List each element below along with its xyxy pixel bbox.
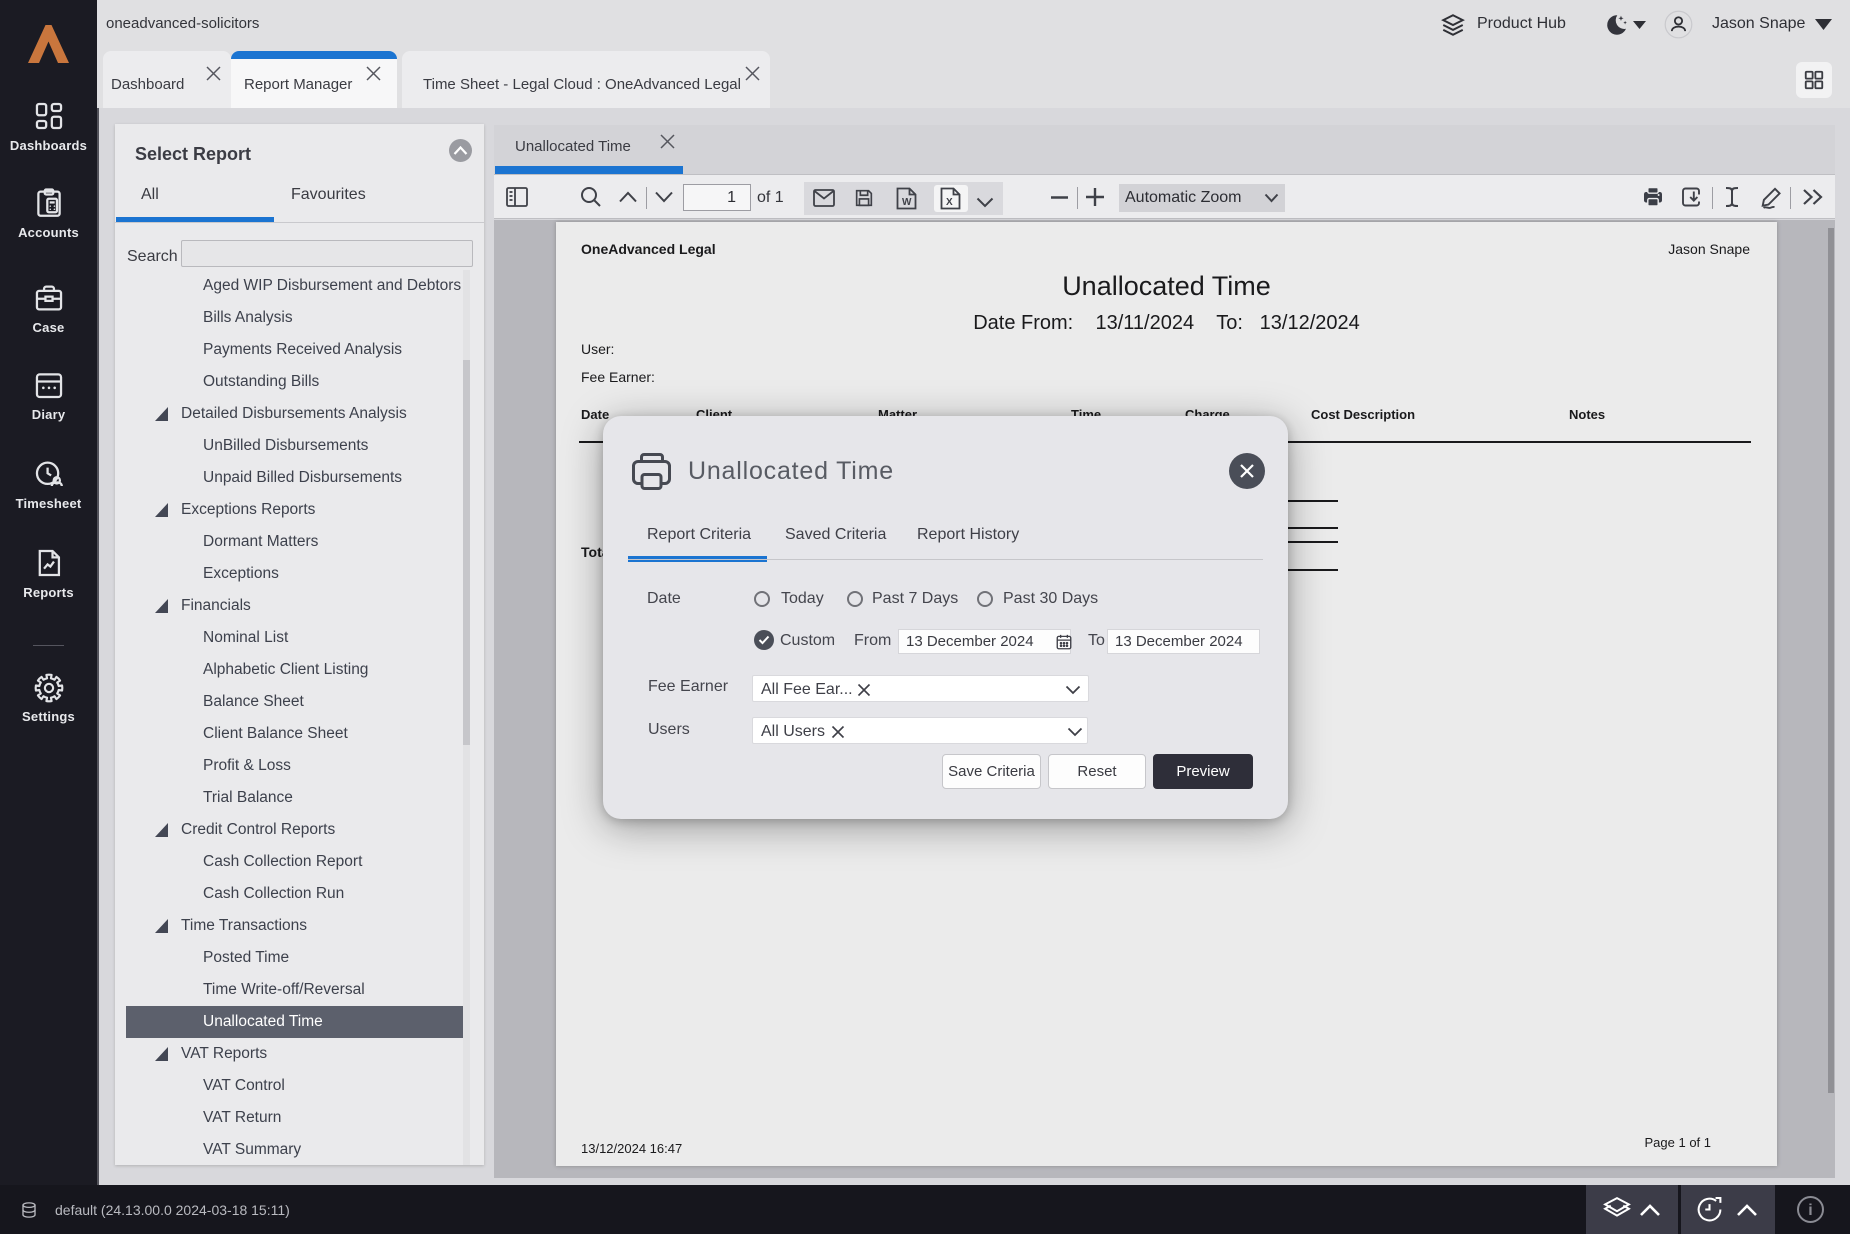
svg-text:X: X [946,197,953,208]
svg-text:W: W [902,197,912,208]
